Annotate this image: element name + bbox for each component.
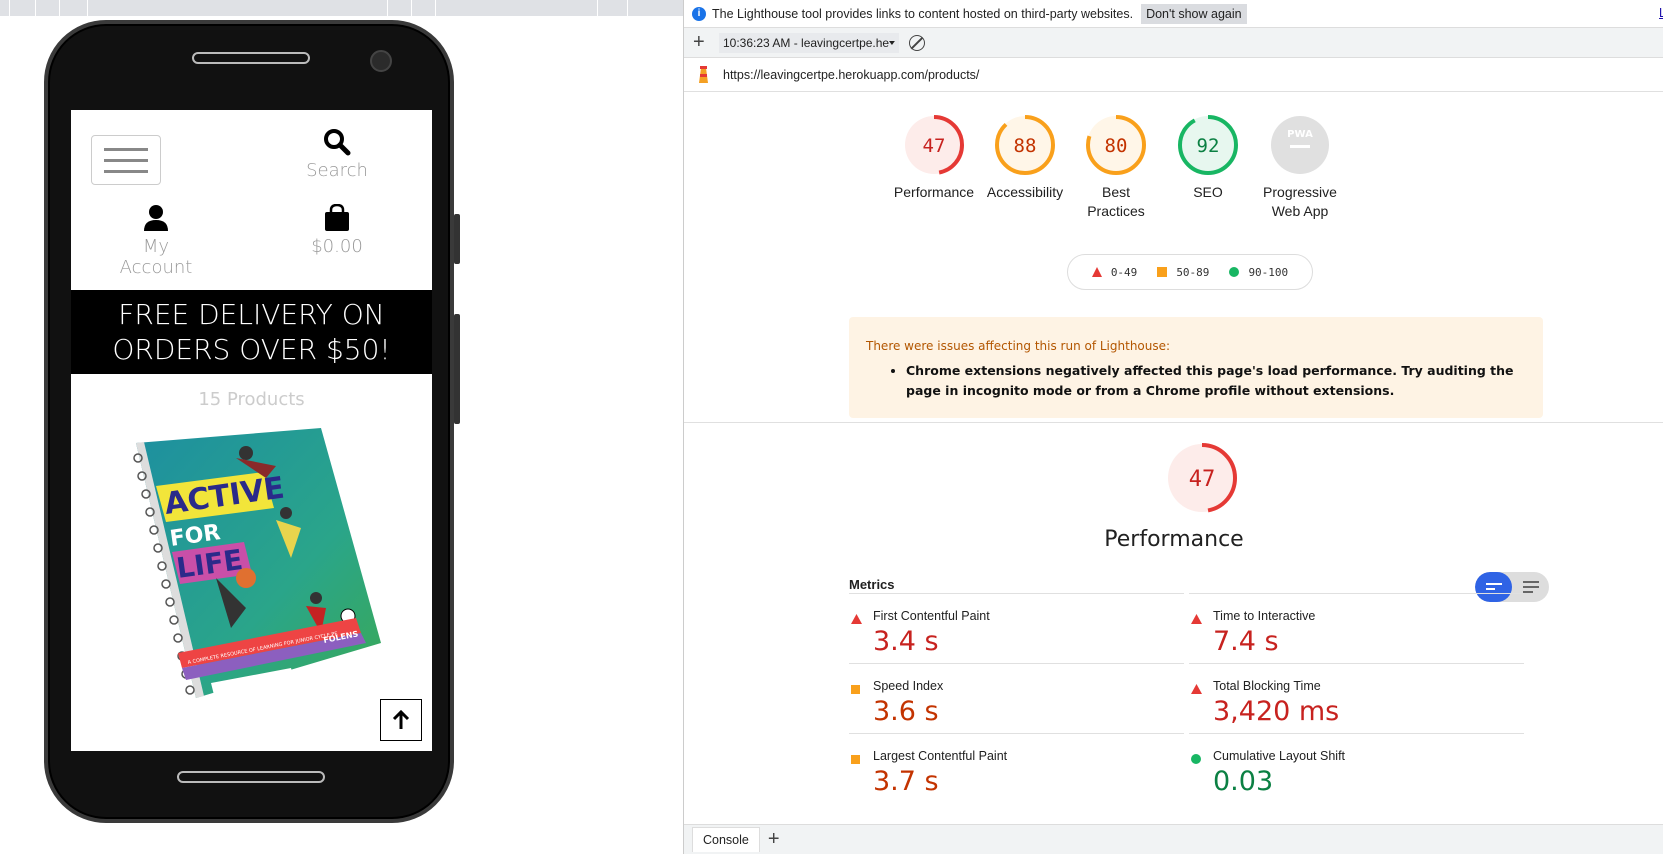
- info-icon: i: [692, 6, 706, 21]
- drawer-tabbar: Console +: [684, 824, 1663, 854]
- performance-title: Performance: [1104, 527, 1244, 552]
- legend-average: 50-89: [1157, 266, 1209, 279]
- score-value: 88: [1014, 135, 1037, 157]
- learn-more-link[interactable]: L: [1659, 6, 1663, 20]
- run-warnings-box: There were issues affecting this run of …: [849, 317, 1543, 418]
- report-selector-dropdown[interactable]: 10:36:23 AM - leavingcertpe.he: [719, 32, 899, 53]
- console-tab[interactable]: Console: [692, 827, 760, 852]
- report-selector-value: 10:36:23 AM - leavingcertpe.he: [723, 35, 890, 50]
- metric-cumulative-layout-shift: Cumulative Layout Shift 0.03: [1189, 733, 1524, 807]
- my-account-nav-item[interactable]: My Account: [106, 204, 206, 278]
- user-icon: [144, 205, 168, 231]
- dont-show-again-button[interactable]: Don't show again: [1141, 3, 1247, 24]
- score-value: 92: [1197, 135, 1220, 157]
- lighthouse-logo-icon: [699, 65, 708, 83]
- score-legend: 0-49 50-89 90-100: [1067, 254, 1313, 290]
- hamburger-menu-button[interactable]: [91, 135, 161, 185]
- legend-pass: 90-100: [1229, 266, 1288, 279]
- metric-total-blocking-time: Total Blocking Time 3,420 ms: [1189, 663, 1524, 737]
- new-report-plus-icon[interactable]: +: [693, 31, 711, 54]
- section-divider: [684, 422, 1663, 423]
- score-gauge-progressive-web-app[interactable]: PWA Progressive Web App: [1245, 113, 1355, 221]
- arrow-up-icon: [392, 710, 410, 729]
- search-label: Search: [306, 160, 368, 181]
- add-tab-plus-icon[interactable]: +: [768, 828, 780, 851]
- triangle-icon: [1091, 267, 1102, 277]
- free-delivery-banner: FREE DELIVERY ON ORDERS OVER $50!: [71, 290, 432, 374]
- my-account-label: My Account: [119, 236, 193, 278]
- fail-triangle-icon: [1191, 614, 1202, 624]
- square-icon: [1157, 267, 1168, 277]
- phone-screen: Search My Account $0.00 FREE DELIVERY ON…: [71, 110, 432, 751]
- score-value: 80: [1105, 135, 1128, 157]
- third-party-infobar: i The Lighthouse tool provides links to …: [684, 0, 1663, 28]
- shopping-bag-icon: [325, 204, 349, 231]
- metric-speed-index: Speed Index 3.6 s: [849, 663, 1184, 737]
- search-nav-item[interactable]: Search: [297, 128, 377, 181]
- banner-line-1: FREE DELIVERY ON: [118, 298, 385, 331]
- pass-circle-icon: [1191, 754, 1201, 764]
- metric-largest-contentful-paint: Largest Contentful Paint 3.7 s: [849, 733, 1184, 807]
- back-to-top-button[interactable]: [380, 699, 422, 741]
- metric-name: Total Blocking Time: [1213, 679, 1321, 693]
- metric-time-to-interactive: Time to Interactive 7.4 s: [1189, 593, 1524, 667]
- fail-triangle-icon: [1191, 684, 1202, 694]
- devtools-lighthouse-panel: i The Lighthouse tool provides links to …: [683, 0, 1663, 854]
- metric-value: 0.03: [1213, 766, 1274, 797]
- metric-name: Time to Interactive: [1213, 609, 1316, 623]
- metric-name: Cumulative Layout Shift: [1213, 749, 1346, 763]
- phone-power-button: [454, 314, 460, 424]
- phone-camera: [370, 50, 392, 72]
- device-toolbar-ruler: [0, 0, 683, 16]
- score-value: 47: [923, 135, 946, 157]
- circle-icon: [1229, 267, 1240, 277]
- performance-gauge-large[interactable]: 47: [1164, 440, 1240, 521]
- report-url-bar: https://leavingcertpe.herokuapp.com/prod…: [684, 58, 1663, 92]
- metric-value: 3.6 s: [873, 696, 939, 727]
- infobar-message: The Lighthouse tool provides links to co…: [712, 6, 1134, 21]
- metric-value: 3.4 s: [873, 626, 939, 657]
- phone-volume-button: [454, 214, 460, 264]
- pwa-badge-text: PWA: [1287, 129, 1313, 140]
- metric-value: 7.4 s: [1213, 626, 1279, 657]
- metric-value: 3.7 s: [873, 766, 939, 797]
- banner-line-2: ORDERS OVER $50!: [112, 333, 391, 366]
- search-icon: [324, 129, 351, 156]
- dropdown-caret-icon: [889, 40, 895, 45]
- warning-item: Chrome extensions negatively affected th…: [906, 361, 1526, 401]
- phone-speaker: [192, 52, 310, 64]
- device-preview-pane: Search My Account $0.00 FREE DELIVERY ON…: [0, 0, 683, 854]
- metrics-heading: Metrics: [849, 577, 895, 592]
- metric-name: First Contentful Paint: [873, 609, 990, 623]
- score-label: Best Practices: [1087, 184, 1145, 219]
- fail-triangle-icon: [851, 614, 862, 624]
- metric-name: Largest Contentful Paint: [873, 749, 1008, 763]
- average-square-icon: [851, 685, 860, 694]
- performance-score-large: 47: [1189, 467, 1216, 492]
- warning-title: There were issues affecting this run of …: [866, 339, 1171, 353]
- report-url[interactable]: https://leavingcertpe.herokuapp.com/prod…: [723, 68, 979, 82]
- metric-name: Speed Index: [873, 679, 944, 693]
- bag-total-label: $0.00: [311, 236, 363, 257]
- clear-all-icon[interactable]: [909, 34, 925, 51]
- pwa-dash: [1290, 145, 1310, 148]
- metric-value: 3,420 ms: [1213, 696, 1340, 727]
- product-image-active-for-life[interactable]: ACTIVE FOR LIFE A COMPLETE RESOURCE OF L…: [116, 428, 386, 718]
- shopping-bag-nav-item[interactable]: $0.00: [297, 204, 377, 257]
- product-count: 15 Products: [198, 389, 305, 410]
- average-square-icon: [851, 755, 860, 764]
- lighthouse-toolbar: + 10:36:23 AM - leavingcertpe.he: [684, 28, 1663, 58]
- metric-first-contentful-paint: First Contentful Paint 3.4 s: [849, 593, 1184, 667]
- legend-fail: 0-49: [1091, 266, 1137, 279]
- score-label: Progressive Web App: [1263, 184, 1337, 219]
- phone-home-bar: [177, 771, 325, 783]
